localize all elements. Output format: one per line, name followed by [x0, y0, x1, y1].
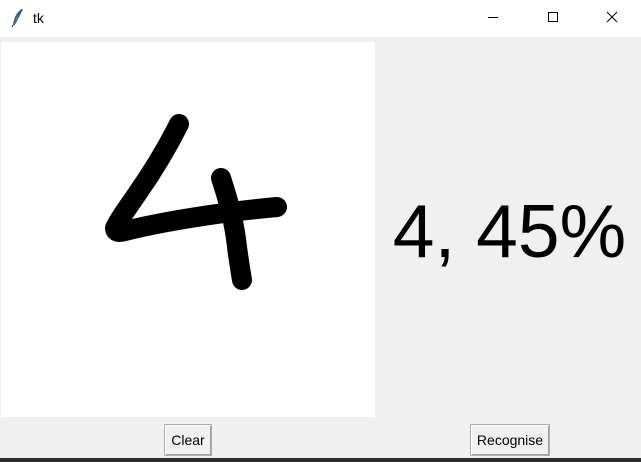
feather-icon: [10, 8, 26, 28]
window-bottom-border: [0, 458, 641, 462]
window-title: tk: [33, 10, 44, 26]
minimize-icon: [487, 10, 499, 28]
handwritten-digit: [105, 114, 287, 290]
title-bar[interactable]: tk: [0, 0, 641, 37]
close-icon: [606, 10, 618, 28]
result-label: 4, 45%: [392, 189, 627, 273]
close-button[interactable]: [589, 0, 635, 37]
minimize-button[interactable]: [470, 0, 516, 37]
recognise-button[interactable]: Recognise: [470, 424, 550, 456]
drawing-canvas[interactable]: [1, 42, 375, 417]
maximize-button[interactable]: [530, 0, 576, 37]
tk-window: tk 4, 45% Clear Recognise: [0, 0, 641, 462]
maximize-icon: [547, 10, 559, 28]
clear-button[interactable]: Clear: [164, 424, 212, 456]
